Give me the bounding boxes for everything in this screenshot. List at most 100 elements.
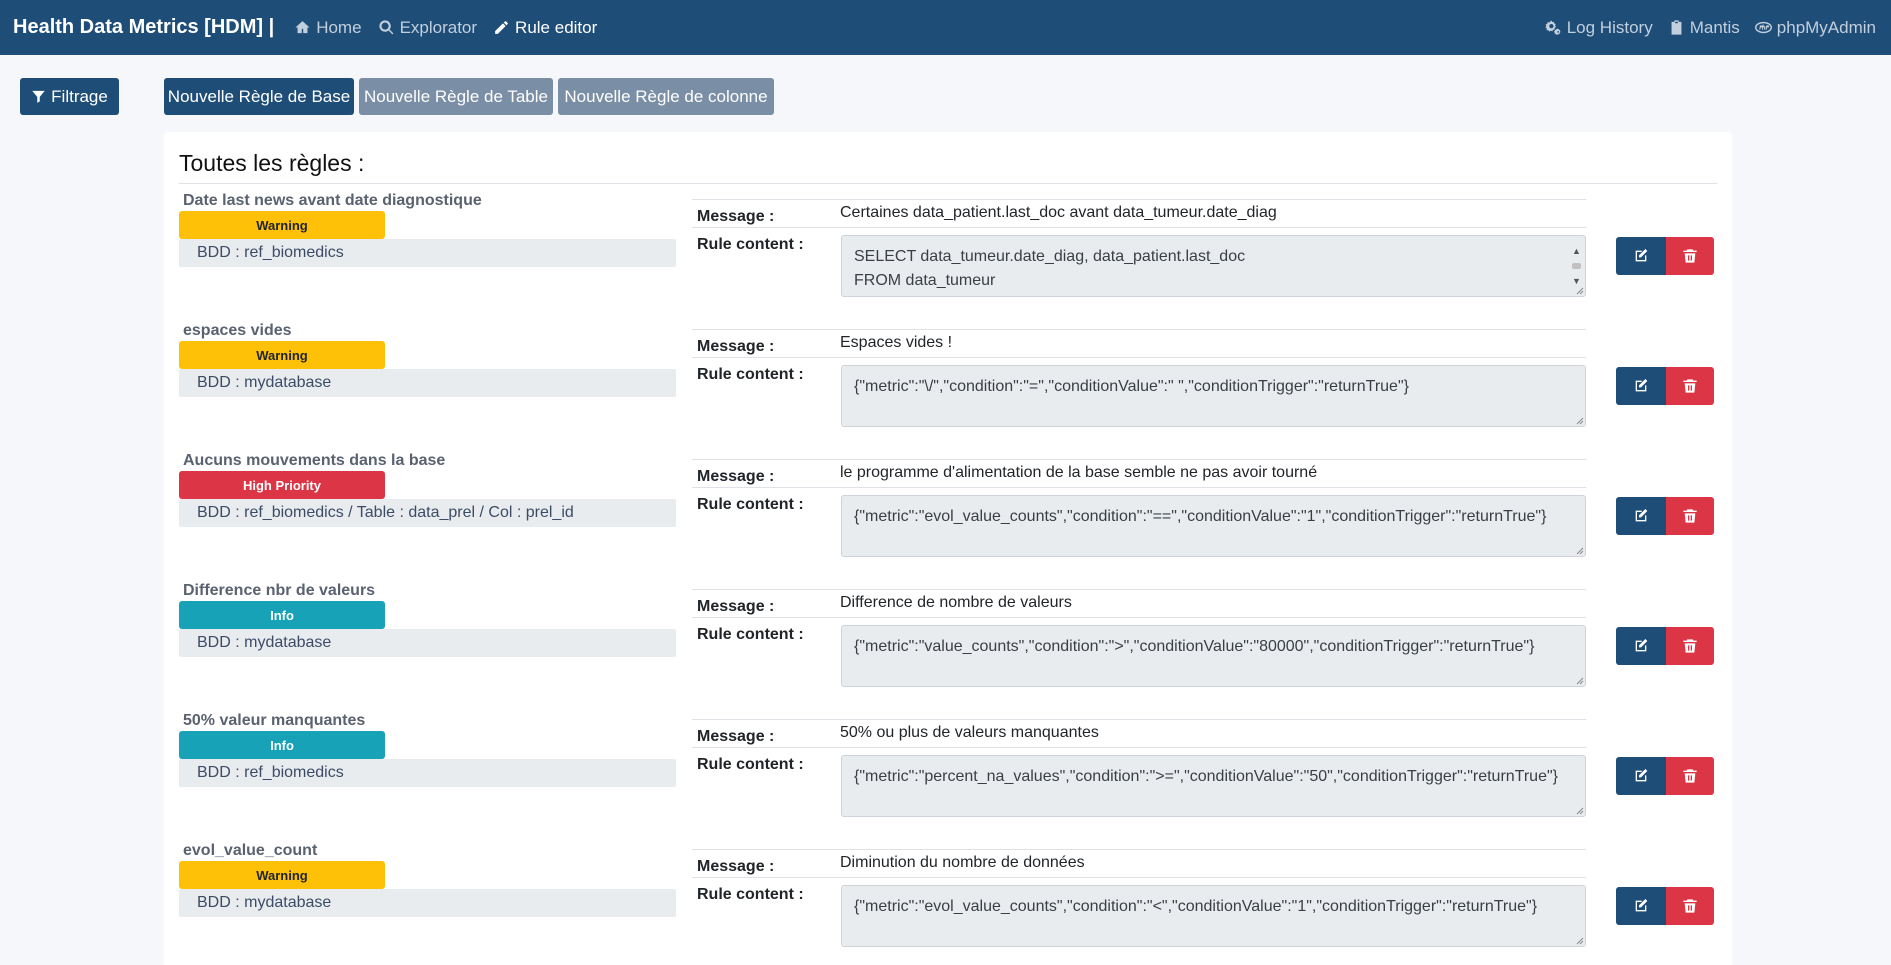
- message-label: Message :: [697, 468, 775, 485]
- rule-message: Espaces vides !: [840, 334, 953, 351]
- clipboard-icon: [1671, 20, 1682, 35]
- rule-message: Diminution du nombre de données: [840, 854, 1085, 871]
- priority-badge: Warning: [179, 861, 385, 889]
- resize-grip-icon[interactable]: [1574, 805, 1584, 815]
- row-divider: [692, 877, 1586, 878]
- rule-content-textarea[interactable]: {"metric":"percent_na_values","condition…: [841, 755, 1586, 817]
- nav-explorator-label: Explorator: [399, 17, 478, 37]
- row-divider: [692, 329, 1586, 330]
- nav-mantis[interactable]: Mantis: [1668, 18, 1740, 38]
- message-label: Message :: [697, 208, 775, 225]
- nav-rule-editor[interactable]: Rule editor: [493, 18, 597, 38]
- rule-name: evol_value_count: [183, 842, 318, 859]
- rule-content-label: Rule content :: [697, 496, 804, 513]
- row-divider: [692, 589, 1586, 590]
- message-label: Message :: [697, 598, 775, 615]
- rule-message: le programme d'alimentation de la base s…: [840, 464, 1318, 481]
- rule-message: Difference de nombre de valeurs: [840, 594, 1072, 611]
- new-base-rule-button[interactable]: Nouvelle Règle de Base: [164, 78, 354, 115]
- priority-badge: Warning: [179, 341, 385, 369]
- row-divider: [692, 617, 1586, 618]
- row-divider: [692, 227, 1586, 228]
- priority-badge: High Priority: [179, 471, 385, 499]
- rule-content-text: {"metric":"\/","condition":"=","conditio…: [854, 378, 1409, 395]
- new-table-rule-button[interactable]: Nouvelle Règle de Table: [359, 78, 553, 115]
- nav-home[interactable]: Home: [294, 18, 362, 38]
- edit-rule-button[interactable]: [1616, 757, 1666, 795]
- resize-grip-icon[interactable]: [1574, 675, 1584, 685]
- resize-grip-icon[interactable]: [1574, 285, 1584, 295]
- nav-mantis-label: Mantis: [1689, 17, 1740, 37]
- nav-left: Home Explorator Rule editor: [294, 18, 613, 38]
- resize-grip-icon[interactable]: [1574, 935, 1584, 945]
- edit-icon: [1633, 638, 1649, 654]
- rule-content-textarea[interactable]: {"metric":"evol_value_counts","condition…: [841, 885, 1586, 947]
- nav-rule-editor-label: Rule editor: [515, 17, 598, 37]
- delete-rule-button[interactable]: [1666, 237, 1714, 275]
- edit-icon: [1633, 248, 1649, 264]
- rule-message: Certaines data_patient.last_doc avant da…: [840, 204, 1277, 221]
- rule-row: Aucuns mouvements dans la base High Prior…: [179, 444, 1717, 574]
- delete-rule-button[interactable]: [1666, 497, 1714, 535]
- filter-button[interactable]: Filtrage: [20, 78, 119, 115]
- resize-grip-icon[interactable]: [1574, 415, 1584, 425]
- edit-rule-button[interactable]: [1616, 237, 1666, 275]
- rule-name: Date last news avant date diagnostique: [183, 192, 482, 209]
- rule-content-textarea[interactable]: SELECT data_tumeur.date_diag, data_patie…: [841, 235, 1586, 297]
- cogs-icon: [1545, 20, 1561, 35]
- row-divider: [692, 459, 1586, 460]
- edit-icon: [1633, 378, 1649, 394]
- filter-button-label: Filtrage: [51, 86, 108, 106]
- trash-icon: [1682, 768, 1698, 784]
- edit-rule-button[interactable]: [1616, 887, 1666, 925]
- rule-scope: BDD : mydatabase: [179, 369, 676, 397]
- nav-explorator[interactable]: Explorator: [378, 18, 477, 38]
- rule-scope: BDD : ref_biomedics: [179, 759, 676, 787]
- pencil-icon: [495, 21, 508, 34]
- delete-rule-button[interactable]: [1666, 367, 1714, 405]
- priority-badge: Info: [179, 731, 385, 759]
- rule-row: evol_value_count Warning BDD : mydatabase M…: [179, 834, 1717, 964]
- nav-phpmyadmin-label: phpMyAdmin: [1776, 17, 1876, 37]
- nav-phpmyadmin[interactable]: phpMyAdmin: [1754, 17, 1876, 38]
- new-column-rule-button[interactable]: Nouvelle Règle de colonne: [558, 78, 774, 115]
- rule-row: Date last news avant date diagnostique Wa…: [179, 184, 1717, 314]
- rule-content-label: Rule content :: [697, 366, 804, 383]
- scroll-up-arrow-icon[interactable]: ▲: [1572, 239, 1581, 263]
- rule-content-textarea[interactable]: {"metric":"value_counts","condition":">"…: [841, 625, 1586, 687]
- rule-content-label: Rule content :: [697, 886, 804, 903]
- message-label: Message :: [697, 338, 775, 355]
- rule-content-text: {"metric":"percent_na_values","condition…: [854, 768, 1558, 785]
- delete-rule-button[interactable]: [1666, 757, 1714, 795]
- trash-icon: [1682, 898, 1698, 914]
- trash-icon: [1682, 248, 1698, 264]
- row-divider: [692, 747, 1586, 748]
- delete-rule-button[interactable]: [1666, 627, 1714, 665]
- top-navbar: Health Data Metrics [HDM] | Home Explora…: [0, 0, 1891, 55]
- trash-icon: [1682, 638, 1698, 654]
- rule-name: Difference nbr de valeurs: [183, 582, 376, 599]
- card-title: Toutes les règles :: [179, 150, 365, 176]
- rule-scope: BDD : mydatabase: [179, 889, 676, 917]
- rule-content-textarea[interactable]: {"metric":"evol_value_counts","condition…: [841, 495, 1586, 557]
- filter-icon: [32, 90, 45, 103]
- rule-scope: BDD : ref_biomedics / Table : data_prel …: [179, 499, 676, 527]
- row-divider: [692, 719, 1586, 720]
- rule-name: Aucuns mouvements dans la base: [183, 452, 446, 469]
- edit-rule-button[interactable]: [1616, 367, 1666, 405]
- rule-message: 50% ou plus de valeurs manquantes: [840, 724, 1099, 741]
- priority-badge: Info: [179, 601, 385, 629]
- resize-grip-icon[interactable]: [1574, 545, 1584, 555]
- delete-rule-button[interactable]: [1666, 887, 1714, 925]
- trash-icon: [1682, 508, 1698, 524]
- rule-content-textarea[interactable]: {"metric":"\/","condition":"=","conditio…: [841, 365, 1586, 427]
- app-brand[interactable]: Health Data Metrics [HDM] |: [13, 16, 274, 39]
- home-icon: [295, 21, 310, 34]
- message-label: Message :: [697, 728, 775, 745]
- edit-rule-button[interactable]: [1616, 627, 1666, 665]
- rule-content-label: Rule content :: [697, 756, 804, 773]
- nav-log-history[interactable]: Log History: [1545, 18, 1653, 38]
- edit-rule-button[interactable]: [1616, 497, 1666, 535]
- rule-content-text: {"metric":"evol_value_counts","condition…: [854, 508, 1547, 525]
- rule-scope: BDD : mydatabase: [179, 629, 676, 657]
